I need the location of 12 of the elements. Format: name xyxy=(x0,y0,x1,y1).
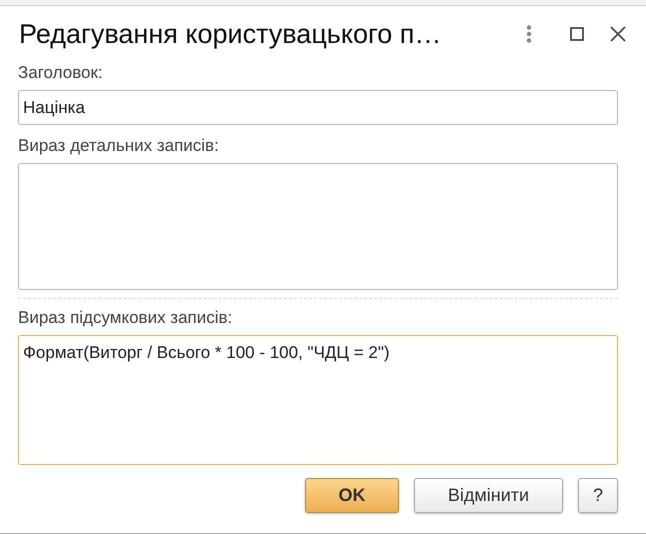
window-title: Редагування користувацького п… xyxy=(19,18,442,51)
maximize-icon[interactable] xyxy=(570,27,584,41)
title-input[interactable]: Націнка xyxy=(18,90,618,125)
more-icon[interactable] xyxy=(526,25,532,43)
expression-textarea[interactable]: Формат(Виторг / Всього * 100 - 100, "ЧДЦ = 2") xyxy=(18,335,618,465)
field-label: Заголовок: xyxy=(18,62,104,84)
ok-button[interactable]: OK xyxy=(305,478,399,513)
field-label: Вираз детальних записів: xyxy=(18,135,220,157)
close-icon[interactable] xyxy=(610,26,626,42)
field-label: Вираз підсумкових записів: xyxy=(18,307,234,329)
cancel-button[interactable]: Відмінити xyxy=(414,478,563,513)
help-button[interactable]: ? xyxy=(578,478,618,513)
